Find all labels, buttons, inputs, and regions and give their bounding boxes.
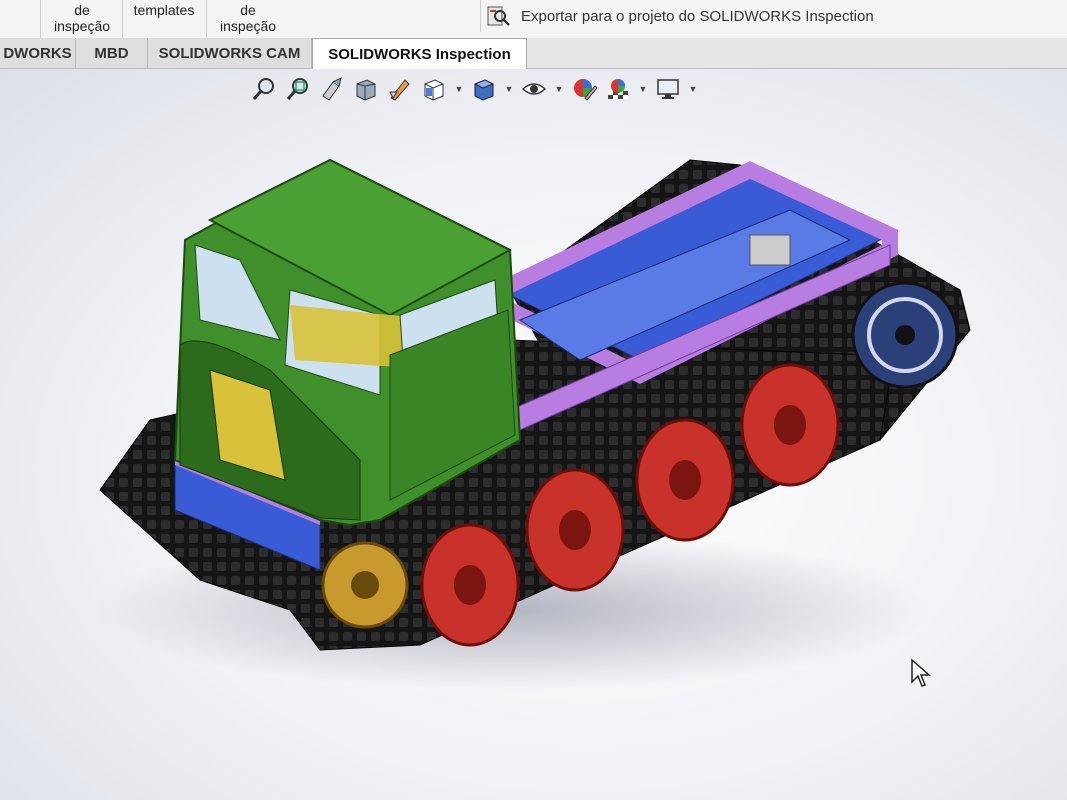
apply-scene-icon <box>608 79 628 99</box>
ribbon-button-label: templates <box>133 2 195 18</box>
apply-scene-dropdown[interactable]: ▼ <box>638 75 648 103</box>
display-style-icon <box>473 79 495 101</box>
mouse-pointer-icon <box>911 658 931 687</box>
ribbon-button-label-line2: inspeção <box>219 18 277 34</box>
edit-appearance-icon <box>574 79 597 101</box>
tab-label: MBD <box>94 44 129 62</box>
view-settings-icon <box>657 79 679 99</box>
ribbon-separator <box>122 0 123 38</box>
zoom-to-area-icon <box>286 78 308 100</box>
chevron-down-icon: ▼ <box>688 84 698 94</box>
rear-sprocket[interactable] <box>851 281 959 389</box>
edit-appearance-button[interactable] <box>570 75 598 103</box>
chevron-down-icon: ▼ <box>504 84 514 94</box>
hide-show-items-button[interactable] <box>520 75 548 103</box>
tab-label: SOLIDWORKS CAM <box>158 44 301 62</box>
road-wheel[interactable] <box>740 363 840 487</box>
command-manager-tabs: DWORKS MBD SOLIDWORKS CAM SOLIDWORKS Ins… <box>0 38 1067 69</box>
display-style-dropdown[interactable]: ▼ <box>504 75 514 103</box>
tab-solidworks-inspection[interactable]: SOLIDWORKS Inspection <box>312 38 527 69</box>
view-orientation-dropdown[interactable]: ▼ <box>454 75 464 103</box>
engine-block <box>749 234 791 266</box>
view-orientation-button[interactable] <box>420 75 448 103</box>
road-wheel[interactable] <box>635 418 735 542</box>
tracked-tractor-model[interactable] <box>90 140 990 700</box>
tab-solidworks[interactable]: DWORKS <box>0 38 76 68</box>
previous-view-icon <box>322 77 342 101</box>
command-ribbon: de inspeção templates de inspeção Export… <box>0 0 1067 39</box>
zoom-to-area-button[interactable] <box>284 75 312 103</box>
ribbon-button-inspection-1[interactable]: de inspeção <box>42 0 122 38</box>
ribbon-separator <box>206 0 207 38</box>
cab[interactable] <box>173 158 522 527</box>
export-inspection-icon <box>487 6 510 26</box>
chevron-down-icon: ▼ <box>554 84 564 94</box>
dynamic-annotation-button[interactable] <box>386 75 414 103</box>
hide-show-dropdown[interactable]: ▼ <box>554 75 564 103</box>
hide-show-icon <box>521 83 547 95</box>
tab-mbd[interactable]: MBD <box>76 38 148 68</box>
road-wheel[interactable] <box>420 523 520 647</box>
zoom-to-fit-icon <box>252 78 274 100</box>
dynamic-annotation-icon <box>389 79 410 101</box>
front-sprocket[interactable] <box>321 541 409 629</box>
previous-view-button[interactable] <box>318 75 346 103</box>
display-style-button[interactable] <box>470 75 498 103</box>
ribbon-button-label-line2: inspeção <box>53 18 111 34</box>
section-view-button[interactable] <box>352 75 380 103</box>
chevron-down-icon: ▼ <box>638 84 648 94</box>
tab-label: SOLIDWORKS Inspection <box>328 45 511 63</box>
section-view-icon <box>356 79 376 101</box>
road-wheel[interactable] <box>525 468 625 592</box>
view-settings-button[interactable] <box>654 75 682 103</box>
chevron-down-icon: ▼ <box>454 84 464 94</box>
export-inspection-project-button[interactable]: Exportar para o projeto do SOLIDWORKS In… <box>480 0 1067 32</box>
ribbon-button-templates[interactable]: templates <box>124 0 204 38</box>
heads-up-view-toolbar: ▼ ▼ ▼ ▼ ▼ <box>250 74 698 104</box>
view-orientation-icon <box>424 79 444 101</box>
export-inspection-label: Exportar para o projeto do SOLIDWORKS In… <box>521 7 874 25</box>
zoom-to-fit-button[interactable] <box>250 75 278 103</box>
view-settings-dropdown[interactable]: ▼ <box>688 75 698 103</box>
ribbon-button-inspection-2[interactable]: de inspeção <box>208 0 288 38</box>
apply-scene-button[interactable] <box>604 75 632 103</box>
tab-label: DWORKS <box>3 44 72 62</box>
ribbon-button-label-line1: de <box>74 2 90 18</box>
ribbon-button-label-line1: de <box>240 2 256 18</box>
tab-solidworks-cam[interactable]: SOLIDWORKS CAM <box>148 38 312 68</box>
ribbon-separator <box>40 0 41 38</box>
